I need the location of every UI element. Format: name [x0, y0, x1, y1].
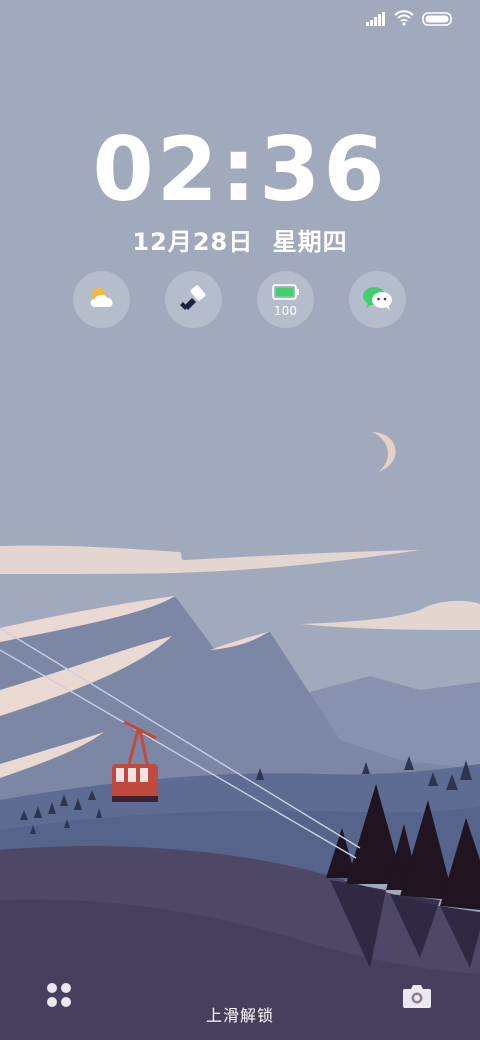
battery-level-label: 100 — [274, 304, 297, 318]
weekday-text: 星期四 — [272, 228, 348, 256]
wechat-icon — [362, 284, 394, 316]
battery-widget-icon — [271, 284, 300, 304]
partly-cloudy-icon — [87, 285, 117, 315]
status-bar — [366, 10, 454, 30]
camera-button[interactable] — [402, 982, 432, 1014]
quick-widgets: 100 — [73, 271, 406, 328]
broom-icon — [179, 284, 208, 316]
wechat-widget[interactable] — [349, 271, 406, 328]
weather-widget[interactable] — [73, 271, 130, 328]
date-text: 12月28日 — [132, 228, 254, 256]
wifi-icon — [394, 10, 414, 30]
signal-icon — [366, 11, 386, 30]
date-line: 12月28日 星期四 — [0, 222, 480, 257]
battery-widget[interactable]: 100 — [257, 271, 314, 328]
battery-icon — [422, 11, 454, 30]
camera-icon — [402, 985, 432, 1014]
cleaner-widget[interactable] — [165, 271, 222, 328]
clock-time: 02:36 — [92, 118, 388, 221]
